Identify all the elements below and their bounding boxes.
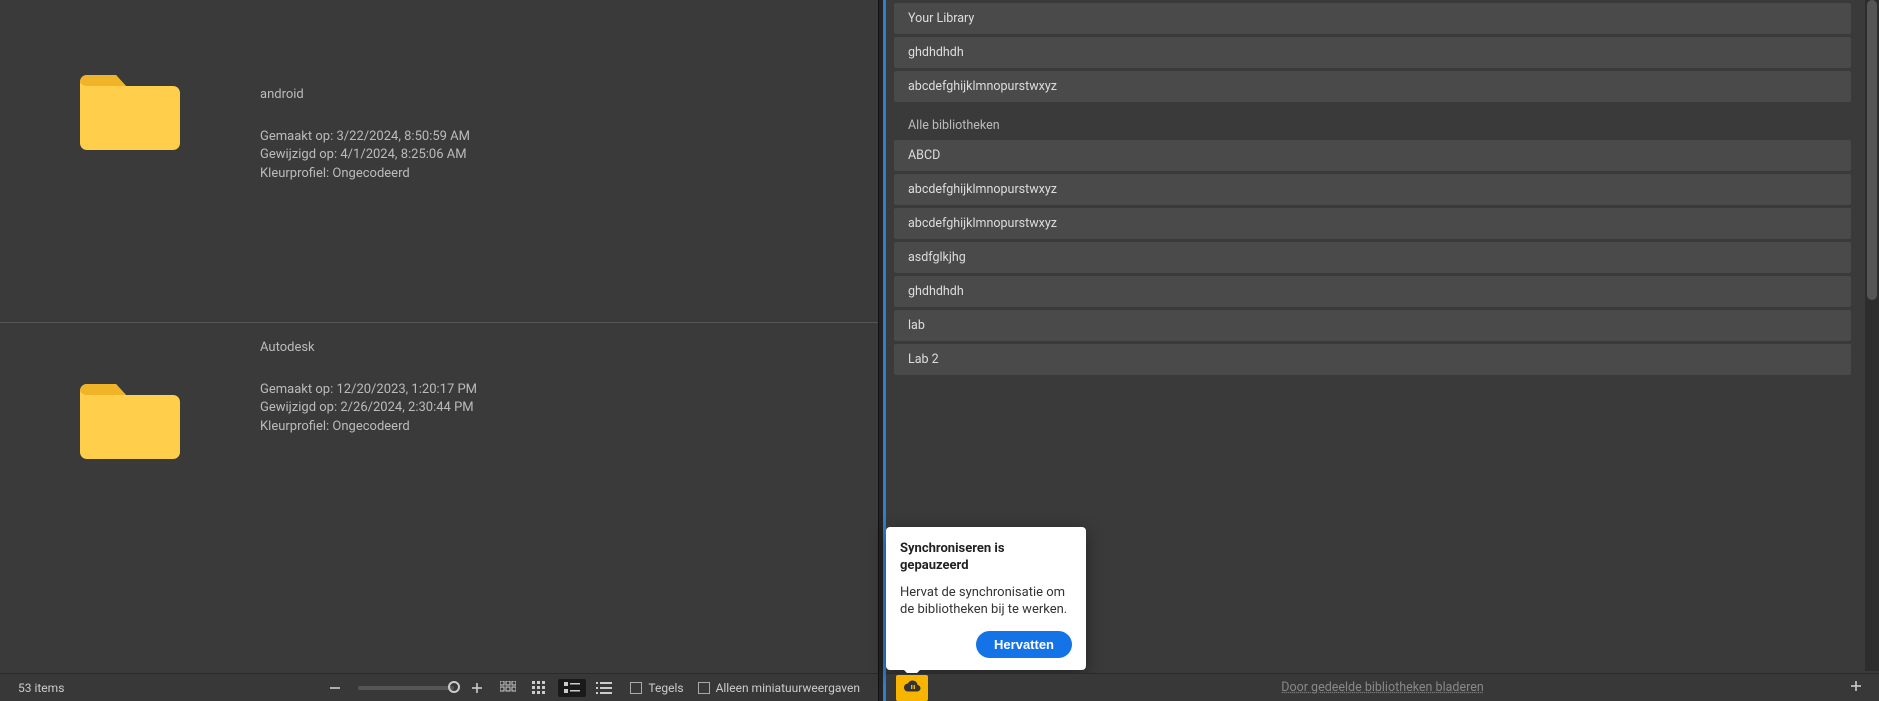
file-color-profile: Kleurprofiel: Ongecodeerd <box>260 165 878 183</box>
library-item[interactable]: abcdefghijklmnopurstwxyz <box>894 174 1851 205</box>
file-row[interactable]: android Gemaakt op: 3/22/2024, 8:50:59 A… <box>0 0 878 322</box>
view-grid-small-button[interactable] <box>526 679 554 697</box>
folder-icon <box>78 70 182 156</box>
libraries-panel: Your Library ghdhdhdh abcdefghijklmnopur… <box>886 0 1879 701</box>
resume-sync-button[interactable]: Hervatten <box>976 631 1072 658</box>
folder-thumbnail <box>0 323 260 465</box>
thumb-only-label: Alleen miniatuurweergaven <box>716 681 860 695</box>
library-item[interactable]: abcdefghijklmnopurstwxyz <box>894 208 1851 239</box>
view-list-button[interactable] <box>590 679 618 697</box>
file-created: Gemaakt op: 12/20/2023, 1:20:17 PM <box>260 381 878 399</box>
zoom-in-button[interactable] <box>464 679 490 697</box>
library-item[interactable]: ghdhdhdh <box>894 276 1851 307</box>
library-item[interactable]: ghdhdhdh <box>894 37 1851 68</box>
tiles-checkbox[interactable] <box>630 682 642 694</box>
folder-icon <box>78 379 182 465</box>
cloud-paused-icon <box>902 678 922 697</box>
browse-shared-libraries-link[interactable]: Door gedeelde bibliotheken bladeren <box>1281 680 1484 695</box>
zoom-slider-thumb[interactable] <box>448 681 460 693</box>
scrollbar-thumb[interactable] <box>1867 0 1877 300</box>
panel-divider[interactable] <box>878 0 886 701</box>
libraries-scrollbar[interactable] <box>1865 0 1879 671</box>
library-item[interactable]: asdfglkjhg <box>894 242 1851 273</box>
library-item[interactable]: abcdefghijklmnopurstwxyz <box>894 71 1851 102</box>
file-modified: Gewijzigd op: 2/26/2024, 2:30:44 PM <box>260 399 878 417</box>
view-grid-large-button[interactable] <box>494 679 522 697</box>
add-library-button[interactable] <box>1843 676 1869 699</box>
file-modified: Gewijzigd op: 4/1/2024, 8:25:06 AM <box>260 146 878 164</box>
library-item[interactable]: Your Library <box>894 3 1851 34</box>
folder-thumbnail <box>0 0 260 156</box>
file-name: Autodesk <box>260 339 878 357</box>
view-details-button[interactable] <box>558 679 586 697</box>
file-list: android Gemaakt op: 3/22/2024, 8:50:59 A… <box>0 0 878 673</box>
thumb-only-checkbox[interactable] <box>698 682 710 694</box>
library-item[interactable]: ABCD <box>894 140 1851 171</box>
library-item[interactable]: Lab 2 <box>894 344 1851 375</box>
file-row[interactable]: Autodesk Gemaakt op: 12/20/2023, 1:20:17… <box>0 322 878 556</box>
file-created: Gemaakt op: 3/22/2024, 8:50:59 AM <box>260 128 878 146</box>
popover-title: Synchroniseren is gepauzeerd <box>900 541 1072 574</box>
zoom-out-button[interactable] <box>322 679 348 697</box>
item-count: 53 items <box>18 681 64 695</box>
library-item[interactable]: lab <box>894 310 1851 341</box>
tiles-label: Tegels <box>648 681 683 695</box>
sync-status-button[interactable] <box>896 675 928 701</box>
zoom-slider[interactable] <box>358 686 454 690</box>
file-browser-panel: android Gemaakt op: 3/22/2024, 8:50:59 A… <box>0 0 878 701</box>
libraries-heading: Alle bibliotheken <box>894 108 1851 137</box>
libraries-statusbar: Door gedeelde bibliotheken bladeren <box>886 673 1879 701</box>
popover-body: Hervat de synchronisatie om de bibliothe… <box>900 584 1072 619</box>
file-color-profile: Kleurprofiel: Ongecodeerd <box>260 418 878 436</box>
file-name: android <box>260 86 878 104</box>
file-browser-statusbar: 53 items <box>0 673 878 701</box>
sync-paused-popover: Synchroniseren is gepauzeerd Hervat de s… <box>886 527 1086 670</box>
